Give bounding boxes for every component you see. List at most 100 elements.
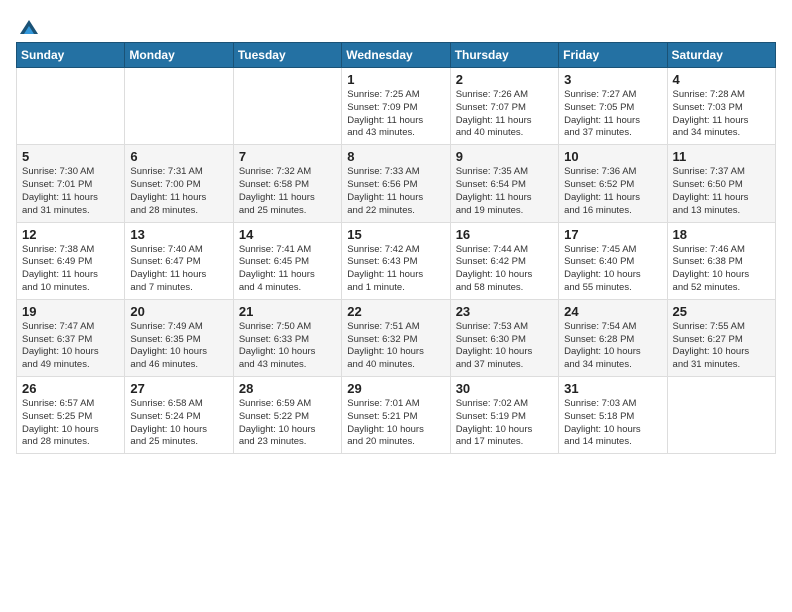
calendar-cell: 31 Sunrise: 7:03 AM Sunset: 5:18 PM Dayli… xyxy=(559,377,667,454)
calendar-cell: 16Sunrise: 7:44 AM Sunset: 6:42 PM Dayli… xyxy=(450,222,558,299)
day-number: 8 xyxy=(347,149,444,164)
calendar-cell: 24 Sunrise: 7:54 AM Sunset: 6:28 PM Dayli… xyxy=(559,299,667,376)
day-number: 21 xyxy=(239,304,336,319)
day-info: Sunrise: 7:40 AM Sunset: 6:47 PM Dayligh… xyxy=(130,244,227,295)
day-info: Sunrise: 7:44 AM Sunset: 6:42 PM Dayligh… xyxy=(456,244,553,295)
day-number: 11 xyxy=(673,149,770,164)
logo-top xyxy=(16,16,40,36)
day-number: 2 xyxy=(456,72,553,87)
calendar-cell: 18 Sunrise: 7:46 AM Sunset: 6:38 PM Dayli… xyxy=(667,222,775,299)
calendar-cell: 4 Sunrise: 7:28 AM Sunset: 7:03 PM Daylig… xyxy=(667,68,775,145)
calendar-cell: 19 Sunrise: 7:47 AM Sunset: 6:37 PM Dayli… xyxy=(17,299,125,376)
calendar-cell: 27Sunrise: 6:58 AM Sunset: 5:24 PM Dayli… xyxy=(125,377,233,454)
day-number: 23 xyxy=(456,304,553,319)
day-number: 30 xyxy=(456,381,553,396)
week-row-5: 26 Sunrise: 6:57 AM Sunset: 5:25 PM Dayli… xyxy=(17,377,776,454)
calendar-cell: 15 Sunrise: 7:42 AM Sunset: 6:43 PM Dayli… xyxy=(342,222,450,299)
calendar-cell: 8Sunrise: 7:33 AM Sunset: 6:56 PM Daylig… xyxy=(342,145,450,222)
day-number: 12 xyxy=(22,227,119,242)
day-number: 15 xyxy=(347,227,444,242)
calendar-cell: 10Sunrise: 7:36 AM Sunset: 6:52 PM Dayli… xyxy=(559,145,667,222)
week-row-4: 19 Sunrise: 7:47 AM Sunset: 6:37 PM Dayli… xyxy=(17,299,776,376)
day-info: Sunrise: 6:58 AM Sunset: 5:24 PM Dayligh… xyxy=(130,398,227,449)
day-number: 19 xyxy=(22,304,119,319)
calendar-cell: 29Sunrise: 7:01 AM Sunset: 5:21 PM Dayli… xyxy=(342,377,450,454)
calendar-cell: 28 Sunrise: 6:59 AM Sunset: 5:22 PM Dayli… xyxy=(233,377,341,454)
day-number: 10 xyxy=(564,149,661,164)
day-number: 18 xyxy=(673,227,770,242)
logo-gb xyxy=(16,16,40,34)
calendar-cell: 13 Sunrise: 7:40 AM Sunset: 6:47 PM Dayli… xyxy=(125,222,233,299)
weekday-header-row: SundayMondayTuesdayWednesdayThursdayFrid… xyxy=(17,43,776,68)
day-info: Sunrise: 7:45 AM Sunset: 6:40 PM Dayligh… xyxy=(564,244,661,295)
week-row-1: 1 Sunrise: 7:25 AM Sunset: 7:09 PM Daylig… xyxy=(17,68,776,145)
day-number: 26 xyxy=(22,381,119,396)
calendar-cell: 5 Sunrise: 7:30 AM Sunset: 7:01 PM Daylig… xyxy=(17,145,125,222)
day-number: 1 xyxy=(347,72,444,87)
day-info: Sunrise: 7:55 AM Sunset: 6:27 PM Dayligh… xyxy=(673,321,770,372)
day-info: Sunrise: 7:35 AM Sunset: 6:54 PM Dayligh… xyxy=(456,166,553,217)
calendar-cell: 23 Sunrise: 7:53 AM Sunset: 6:30 PM Dayli… xyxy=(450,299,558,376)
calendar-cell: 26 Sunrise: 6:57 AM Sunset: 5:25 PM Dayli… xyxy=(17,377,125,454)
calendar-cell: 6Sunrise: 7:31 AM Sunset: 7:00 PM Daylig… xyxy=(125,145,233,222)
calendar-cell: 21 Sunrise: 7:50 AM Sunset: 6:33 PM Dayli… xyxy=(233,299,341,376)
day-info: Sunrise: 7:50 AM Sunset: 6:33 PM Dayligh… xyxy=(239,321,336,372)
calendar-cell: 3Sunrise: 7:27 AM Sunset: 7:05 PM Daylig… xyxy=(559,68,667,145)
day-number: 25 xyxy=(673,304,770,319)
weekday-header-sunday: Sunday xyxy=(17,43,125,68)
calendar-cell: 17Sunrise: 7:45 AM Sunset: 6:40 PM Dayli… xyxy=(559,222,667,299)
day-info: Sunrise: 7:03 AM Sunset: 5:18 PM Dayligh… xyxy=(564,398,661,449)
day-info: Sunrise: 7:54 AM Sunset: 6:28 PM Dayligh… xyxy=(564,321,661,372)
day-info: Sunrise: 6:59 AM Sunset: 5:22 PM Dayligh… xyxy=(239,398,336,449)
calendar-cell: 11 Sunrise: 7:37 AM Sunset: 6:50 PM Dayli… xyxy=(667,145,775,222)
day-info: Sunrise: 7:49 AM Sunset: 6:35 PM Dayligh… xyxy=(130,321,227,372)
day-number: 13 xyxy=(130,227,227,242)
day-info: Sunrise: 7:41 AM Sunset: 6:45 PM Dayligh… xyxy=(239,244,336,295)
day-info: Sunrise: 7:53 AM Sunset: 6:30 PM Dayligh… xyxy=(456,321,553,372)
day-number: 20 xyxy=(130,304,227,319)
day-number: 7 xyxy=(239,149,336,164)
calendar-cell xyxy=(17,68,125,145)
day-info: Sunrise: 7:42 AM Sunset: 6:43 PM Dayligh… xyxy=(347,244,444,295)
calendar-cell xyxy=(125,68,233,145)
day-number: 31 xyxy=(564,381,661,396)
weekday-header-wednesday: Wednesday xyxy=(342,43,450,68)
calendar-cell: 30 Sunrise: 7:02 AM Sunset: 5:19 PM Dayli… xyxy=(450,377,558,454)
week-row-2: 5 Sunrise: 7:30 AM Sunset: 7:01 PM Daylig… xyxy=(17,145,776,222)
day-number: 5 xyxy=(22,149,119,164)
weekday-header-monday: Monday xyxy=(125,43,233,68)
calendar-cell xyxy=(667,377,775,454)
calendar-header: SundayMondayTuesdayWednesdayThursdayFrid… xyxy=(17,43,776,68)
calendar-cell: 25 Sunrise: 7:55 AM Sunset: 6:27 PM Dayli… xyxy=(667,299,775,376)
day-info: Sunrise: 7:28 AM Sunset: 7:03 PM Dayligh… xyxy=(673,89,770,140)
weekday-header-saturday: Saturday xyxy=(667,43,775,68)
day-info: Sunrise: 7:47 AM Sunset: 6:37 PM Dayligh… xyxy=(22,321,119,372)
week-row-3: 12Sunrise: 7:38 AM Sunset: 6:49 PM Dayli… xyxy=(17,222,776,299)
calendar-body: 1 Sunrise: 7:25 AM Sunset: 7:09 PM Daylig… xyxy=(17,68,776,454)
calendar-table: SundayMondayTuesdayWednesdayThursdayFrid… xyxy=(16,42,776,454)
logo-flag-icon xyxy=(18,18,40,36)
day-number: 14 xyxy=(239,227,336,242)
day-number: 22 xyxy=(347,304,444,319)
calendar-cell: 22 Sunrise: 7:51 AM Sunset: 6:32 PM Dayli… xyxy=(342,299,450,376)
day-info: Sunrise: 7:51 AM Sunset: 6:32 PM Dayligh… xyxy=(347,321,444,372)
day-number: 29 xyxy=(347,381,444,396)
calendar-cell: 1 Sunrise: 7:25 AM Sunset: 7:09 PM Daylig… xyxy=(342,68,450,145)
calendar-cell: 9 Sunrise: 7:35 AM Sunset: 6:54 PM Daylig… xyxy=(450,145,558,222)
day-number: 4 xyxy=(673,72,770,87)
day-info: Sunrise: 7:30 AM Sunset: 7:01 PM Dayligh… xyxy=(22,166,119,217)
day-info: Sunrise: 7:02 AM Sunset: 5:19 PM Dayligh… xyxy=(456,398,553,449)
calendar-cell: 12Sunrise: 7:38 AM Sunset: 6:49 PM Dayli… xyxy=(17,222,125,299)
day-info: Sunrise: 7:37 AM Sunset: 6:50 PM Dayligh… xyxy=(673,166,770,217)
day-info: Sunrise: 6:57 AM Sunset: 5:25 PM Dayligh… xyxy=(22,398,119,449)
day-info: Sunrise: 7:31 AM Sunset: 7:00 PM Dayligh… xyxy=(130,166,227,217)
day-number: 28 xyxy=(239,381,336,396)
day-info: Sunrise: 7:25 AM Sunset: 7:09 PM Dayligh… xyxy=(347,89,444,140)
logo xyxy=(16,16,40,34)
day-info: Sunrise: 7:27 AM Sunset: 7:05 PM Dayligh… xyxy=(564,89,661,140)
header xyxy=(16,16,776,34)
day-number: 24 xyxy=(564,304,661,319)
day-number: 9 xyxy=(456,149,553,164)
day-info: Sunrise: 7:46 AM Sunset: 6:38 PM Dayligh… xyxy=(673,244,770,295)
calendar-cell: 20 Sunrise: 7:49 AM Sunset: 6:35 PM Dayli… xyxy=(125,299,233,376)
